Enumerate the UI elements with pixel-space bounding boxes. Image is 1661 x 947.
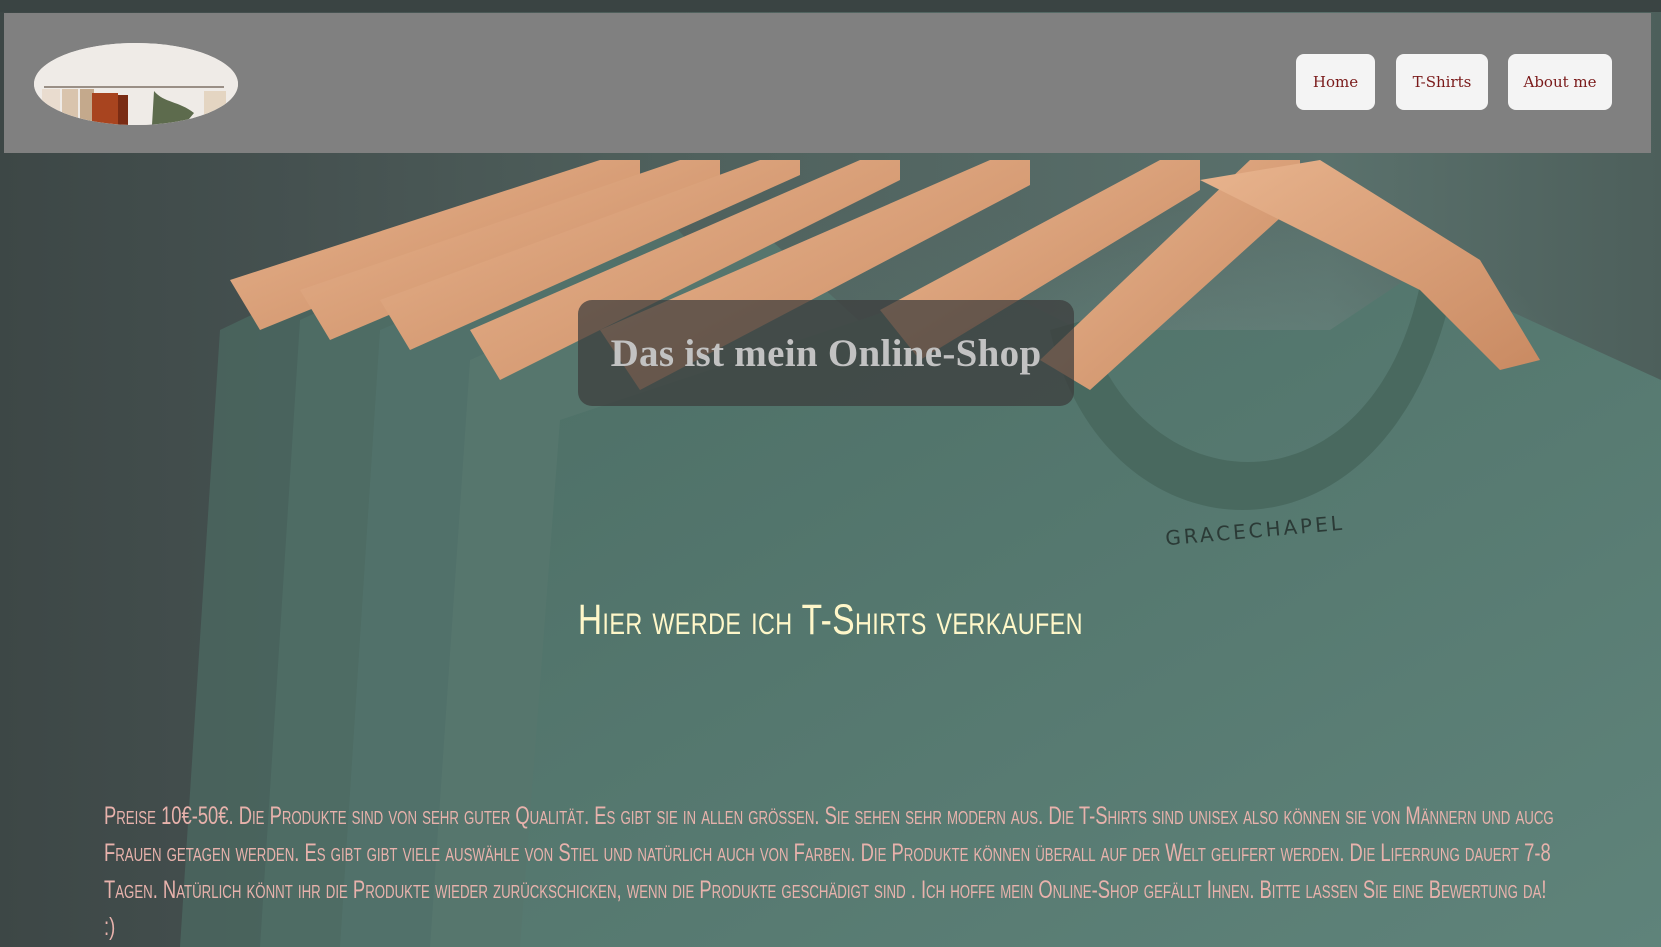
hero-title-box: Das ist mein Online-Shop (578, 300, 1074, 406)
nav-tshirts-label: T-Shirts (1412, 73, 1472, 91)
site-header: Home T-Shirts About me (4, 13, 1651, 153)
nav-about-label: About me (1523, 73, 1597, 91)
nav-tshirts-button[interactable]: T-Shirts (1396, 54, 1488, 110)
hero-subtitle: Hier werde ich T-Shirts verkaufen (577, 596, 1083, 644)
page: GRACECHAPEL Home T-Shirts About me Das i… (0, 0, 1661, 947)
logo-image[interactable] (34, 43, 238, 125)
nav-home-label: Home (1312, 73, 1359, 91)
hero-title: Das ist mein Online-Shop (610, 331, 1042, 375)
nav-about-button[interactable]: About me (1508, 54, 1612, 110)
nav-home-button[interactable]: Home (1296, 54, 1375, 110)
hero-description: Preise 10€-50€. Die Produkte sind von se… (104, 802, 1554, 941)
